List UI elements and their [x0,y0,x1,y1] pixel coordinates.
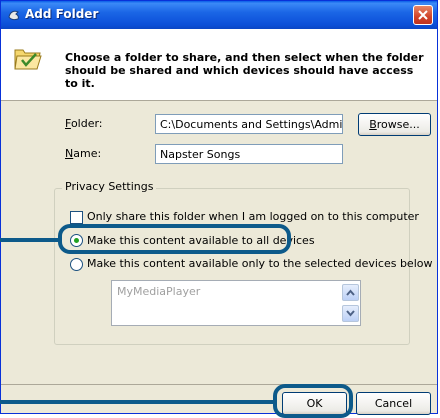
close-button[interactable] [413,5,433,25]
name-label-accesskey: N [65,147,74,160]
name-label-text: ame: [73,147,102,160]
chevron-down-icon [346,310,355,317]
dialog-header: Choose a folder to share, and then selec… [1,29,437,101]
devices-listbox[interactable]: MyMediaPlayer [111,280,361,326]
logged-on-label: Only share this folder when I am logged … [87,210,419,223]
list-item[interactable]: MyMediaPlayer [117,285,200,298]
privacy-settings-title: Privacy Settings [62,180,157,193]
napster-app-icon [8,10,19,21]
selected-devices-radio[interactable] [70,258,83,271]
folder-check-icon [14,49,42,70]
callout-ring-all-devices [58,224,291,254]
chevron-up-icon [346,289,355,296]
scroll-up-button[interactable] [342,284,359,301]
window-title: Add Folder [25,7,99,21]
header-instruction: Choose a folder to share, and then selec… [65,51,424,90]
callout-line-ok [0,400,277,404]
callout-ring-ok [273,384,353,418]
add-folder-dialog: Add Folder Choose a folder to share, and… [0,0,438,415]
cancel-button[interactable]: Cancel [356,392,431,415]
folder-label: Folder: [65,117,103,130]
close-icon [418,10,428,20]
folder-label-text: older: [70,117,103,130]
name-label: Name: [65,147,101,160]
folder-path-field[interactable]: C:\Documents and Settings\Administrat [155,114,343,134]
callout-line-all-devices [0,238,60,242]
browse-label: rowse... [376,118,420,131]
title-bar[interactable]: Add Folder [1,1,437,29]
browse-button[interactable]: Browse... [358,113,431,136]
selected-devices-label: Make this content available only to the … [87,257,433,270]
name-field[interactable]: Napster Songs [155,144,343,164]
logged-on-checkbox[interactable] [70,211,83,224]
scroll-down-button[interactable] [342,305,359,322]
footer-divider [1,384,437,385]
browse-accesskey: B [369,118,377,131]
